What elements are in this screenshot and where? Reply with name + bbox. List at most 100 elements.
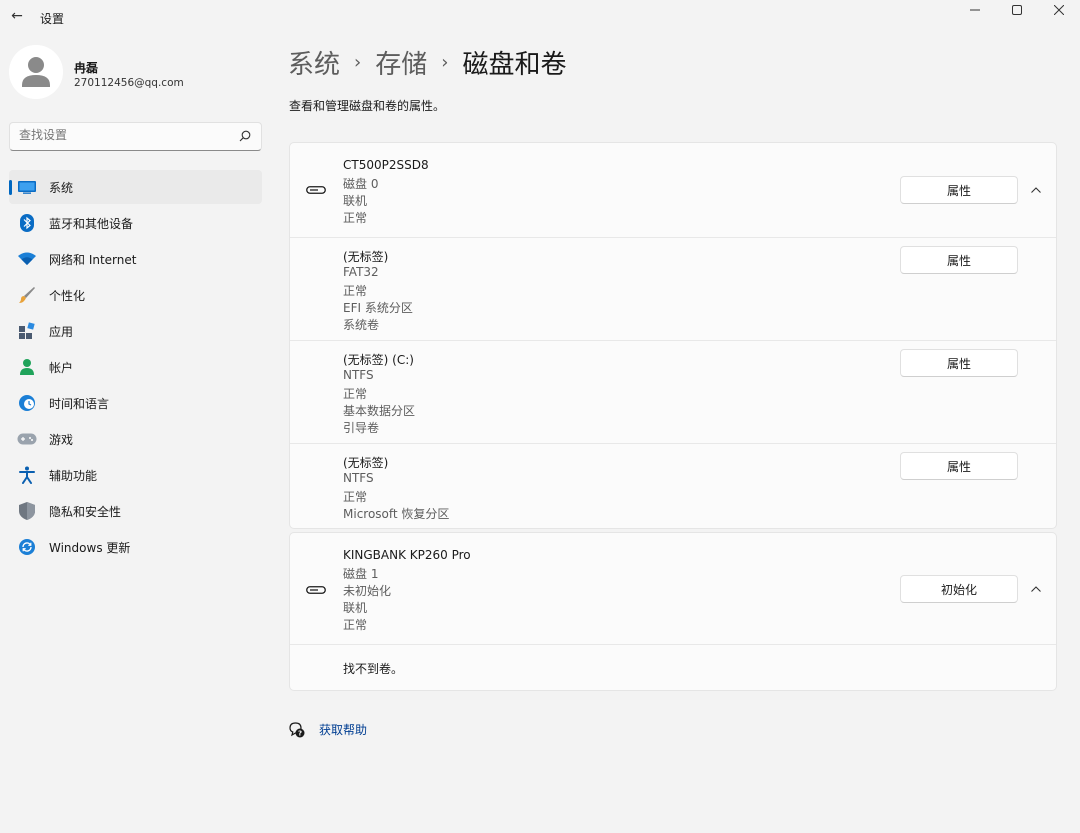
- sidebar-item-label: 蓝牙和其他设备: [49, 216, 134, 231]
- disk-card: KINGBANK KP260 Pro 磁盘 1 未初始化 联机 正常 初始化 找…: [289, 532, 1057, 691]
- no-volumes-message: 找不到卷。: [343, 662, 404, 676]
- sidebar-item-label: Windows 更新: [49, 540, 131, 555]
- accessibility-icon: [17, 465, 37, 485]
- disk-drive-icon: [306, 186, 326, 194]
- maximize-icon: [1012, 5, 1022, 15]
- sidebar-item-label: 游戏: [49, 432, 74, 447]
- person-icon: [9, 45, 63, 99]
- selection-indicator: [9, 180, 12, 195]
- update-icon: [17, 537, 37, 557]
- volume-label: (无标签): [343, 250, 389, 264]
- volume-role: 系统卷: [343, 318, 380, 332]
- shield-icon: [17, 501, 37, 521]
- disk-drive-icon: [306, 586, 326, 594]
- close-button[interactable]: [1038, 0, 1080, 20]
- maximize-button[interactable]: [996, 0, 1038, 20]
- search-input[interactable]: [19, 128, 219, 142]
- volume-filesystem: NTFS: [343, 368, 374, 382]
- sidebar-item-label: 应用: [49, 324, 74, 339]
- sidebar-item-time-language[interactable]: 时间和语言: [9, 386, 262, 420]
- volume-health: 正常: [343, 490, 368, 504]
- system-display-icon: [17, 177, 37, 197]
- avatar[interactable]: [9, 45, 63, 99]
- account-icon: [17, 357, 37, 377]
- brush-icon: [17, 285, 37, 305]
- volume-type: Microsoft 恢复分区: [343, 507, 450, 521]
- sidebar-item-gaming[interactable]: 游戏: [9, 422, 262, 456]
- disk-model: CT500P2SSD8: [343, 158, 429, 172]
- minimize-button[interactable]: [954, 0, 996, 20]
- sidebar-item-bluetooth[interactable]: 蓝牙和其他设备: [9, 206, 262, 240]
- svg-text:?: ?: [298, 729, 302, 737]
- sidebar-item-windows-update[interactable]: Windows 更新: [9, 530, 262, 564]
- volume-row: (无标签) NTFS 正常 Microsoft 恢复分区 属性: [290, 444, 1056, 528]
- help-chat-icon: ?: [289, 721, 305, 737]
- sidebar-item-label: 网络和 Internet: [49, 252, 137, 267]
- sidebar-nav: 系统 蓝牙和其他设备 网络和 Internet 个性化 应用 帐户 时间和语言 …: [9, 170, 262, 566]
- volume-properties-button[interactable]: 属性: [900, 349, 1018, 377]
- search-icon: [239, 130, 251, 142]
- disk-model: KINGBANK KP260 Pro: [343, 548, 471, 562]
- sidebar-item-accounts[interactable]: 帐户: [9, 350, 262, 384]
- volume-row: (无标签) (C:) NTFS 正常 基本数据分区 引导卷 属性: [290, 341, 1056, 444]
- initialize-disk-button[interactable]: 初始化: [900, 575, 1018, 603]
- disk-header: KINGBANK KP260 Pro 磁盘 1 未初始化 联机 正常 初始化: [290, 533, 1056, 645]
- volume-label: (无标签): [343, 456, 389, 470]
- sidebar-item-apps[interactable]: 应用: [9, 314, 262, 348]
- sidebar-item-personalization[interactable]: 个性化: [9, 278, 262, 312]
- page-subtitle: 查看和管理磁盘和卷的属性。: [289, 99, 446, 113]
- sidebar-item-label: 辅助功能: [49, 468, 98, 483]
- sidebar-item-network[interactable]: 网络和 Internet: [9, 242, 262, 276]
- disk-init-state: 未初始化: [343, 584, 392, 598]
- globe-clock-icon: [17, 393, 37, 413]
- volume-filesystem: NTFS: [343, 471, 374, 485]
- collapse-button[interactable]: [1028, 182, 1044, 198]
- volume-row: (无标签) FAT32 正常 EFI 系统分区 系统卷 属性: [290, 238, 1056, 341]
- sidebar-item-accessibility[interactable]: 辅助功能: [9, 458, 262, 492]
- breadcrumb: 系统 › 存储 › 磁盘和卷: [288, 44, 566, 81]
- user-name: 冉磊: [74, 61, 99, 75]
- breadcrumb-separator: ›: [441, 52, 449, 73]
- breadcrumb-separator: ›: [354, 52, 362, 73]
- gamepad-icon: [17, 429, 37, 449]
- sidebar-item-label: 帐户: [49, 360, 74, 375]
- volume-health: 正常: [343, 284, 368, 298]
- volume-type: EFI 系统分区: [343, 301, 413, 315]
- user-email: 270112456@qq.com: [74, 77, 184, 89]
- disk-number: 磁盘 1: [343, 567, 379, 581]
- no-volumes-row: 找不到卷。: [290, 645, 1056, 690]
- sidebar-item-system[interactable]: 系统: [9, 170, 262, 204]
- page-title: 磁盘和卷: [462, 50, 567, 80]
- disk-card: CT500P2SSD8 磁盘 0 联机 正常 属性 (无标签) FAT32 正常…: [289, 142, 1057, 529]
- bluetooth-icon: [17, 213, 37, 233]
- disk-properties-button[interactable]: 属性: [900, 176, 1018, 204]
- volume-properties-button[interactable]: 属性: [900, 246, 1018, 274]
- back-button[interactable]: ←: [8, 5, 26, 27]
- minimize-icon: [970, 9, 980, 11]
- volume-properties-button[interactable]: 属性: [900, 452, 1018, 480]
- app-title: 设置: [40, 12, 65, 26]
- apps-icon: [17, 321, 37, 341]
- collapse-button[interactable]: [1028, 581, 1044, 597]
- volume-role: 引导卷: [343, 421, 380, 435]
- wifi-icon: [17, 249, 37, 269]
- get-help[interactable]: ? 获取帮助: [289, 721, 367, 738]
- get-help-link[interactable]: 获取帮助: [319, 721, 367, 738]
- volume-filesystem: FAT32: [343, 265, 379, 279]
- volume-health: 正常: [343, 387, 368, 401]
- sidebar-item-label: 系统: [49, 180, 74, 195]
- sidebar-item-label: 时间和语言: [49, 396, 110, 411]
- title-bar: ← 设置: [0, 0, 1080, 34]
- disk-health: 正常: [343, 618, 368, 632]
- sidebar-item-label: 隐私和安全性: [49, 504, 122, 519]
- back-arrow-icon: ←: [11, 8, 23, 24]
- breadcrumb-storage[interactable]: 存储: [375, 44, 427, 81]
- disk-state: 联机: [343, 601, 368, 615]
- chevron-up-icon: [1031, 187, 1041, 193]
- sidebar-item-privacy[interactable]: 隐私和安全性: [9, 494, 262, 528]
- breadcrumb-system[interactable]: 系统: [288, 44, 340, 81]
- volume-type: 基本数据分区: [343, 404, 416, 418]
- disk-state: 联机: [343, 194, 368, 208]
- search-box[interactable]: [9, 122, 262, 151]
- chevron-up-icon: [1031, 586, 1041, 592]
